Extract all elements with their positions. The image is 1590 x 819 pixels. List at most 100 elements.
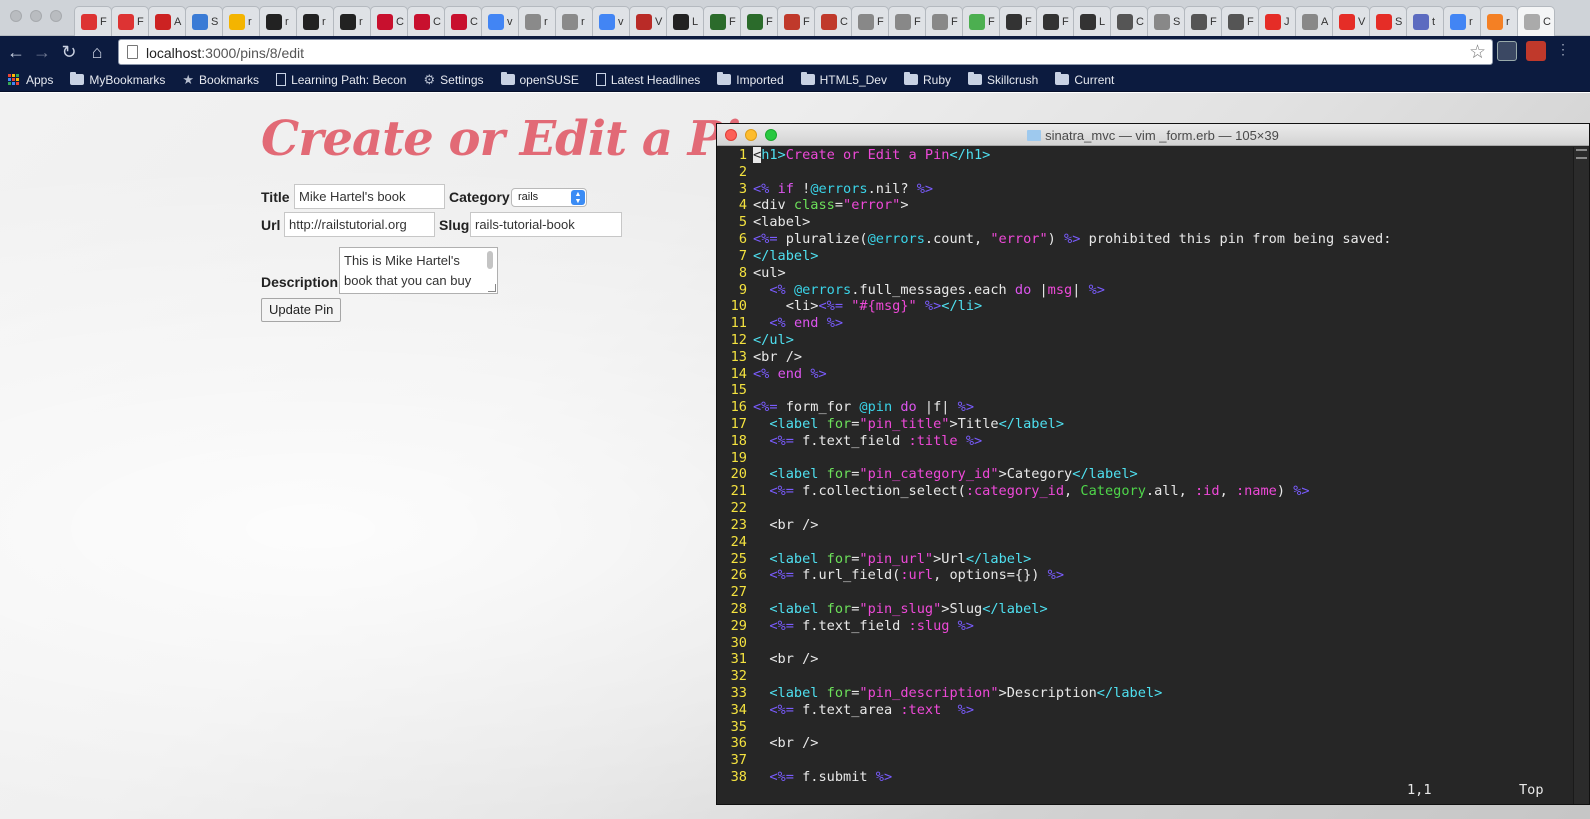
browser-tab[interactable]: C: [1517, 6, 1555, 36]
browser-tab[interactable]: F: [999, 6, 1037, 36]
browser-tab[interactable]: F: [851, 6, 889, 36]
back-arrow-icon[interactable]: ←: [4, 40, 28, 64]
menu-overflow-icon[interactable]: ⋮: [1556, 41, 1586, 61]
browser-tab[interactable]: S: [1147, 6, 1185, 36]
browser-tab[interactable]: A: [1295, 6, 1333, 36]
tab-title: J: [1284, 15, 1290, 28]
browser-tab[interactable]: F: [111, 6, 149, 36]
browser-tab[interactable]: C: [814, 6, 852, 36]
code-token: for: [826, 685, 852, 701]
browser-tab[interactable]: S: [185, 6, 223, 36]
code-line: 4 <div class="error">: [717, 197, 1573, 214]
document-icon: [595, 73, 606, 86]
forward-arrow-icon[interactable]: →: [30, 40, 54, 64]
bookmark-item[interactable]: Ruby: [903, 72, 951, 87]
window-minimize-button[interactable]: [30, 10, 42, 22]
bookmark-item[interactable]: Latest Headlines: [595, 73, 700, 87]
bookmark-item[interactable]: ⚙ Settings: [423, 72, 483, 88]
browser-tab[interactable]: C: [1110, 6, 1148, 36]
browser-tab[interactable]: F: [1036, 6, 1074, 36]
code-token: %>: [1064, 231, 1081, 248]
textarea-scrollbar[interactable]: [487, 251, 493, 269]
browser-tab[interactable]: C: [444, 6, 482, 36]
code-token: :url: [900, 567, 934, 584]
bookmark-star-icon[interactable]: ☆: [1469, 41, 1486, 64]
code-token: <ul>: [753, 264, 786, 281]
tab-title: S: [1173, 15, 1181, 28]
browser-tab[interactable]: V: [1332, 6, 1370, 36]
line-number: 27: [730, 584, 747, 601]
code-token: %>: [826, 315, 844, 332]
address-bar[interactable]: localhost:3000/pins/8/edit ☆: [118, 39, 1493, 65]
browser-tab[interactable]: v: [481, 6, 519, 36]
browser-tab[interactable]: C: [370, 6, 408, 36]
bookmark-item[interactable]: openSUSE: [500, 72, 579, 87]
line-number: 34: [730, 701, 747, 718]
url-input[interactable]: http://railstutorial.org: [284, 212, 435, 237]
tab-title: F: [1247, 15, 1254, 28]
code-token: <br />: [753, 651, 819, 668]
browser-tab[interactable]: F: [925, 6, 963, 36]
browser-tab[interactable]: r: [1480, 6, 1518, 36]
bookmark-item[interactable]: HTML5_Dev: [800, 72, 887, 87]
bookmark-item[interactable]: Skillcrush: [968, 72, 1038, 87]
vim-buffer[interactable]: 1 <h1>Create or Edit a Pin</h1> 2 3 <% if !@…: [717, 147, 1573, 786]
window-close-button[interactable]: [10, 10, 22, 22]
browser-tab[interactable]: r: [555, 6, 593, 36]
bookmark-item[interactable]: Imported: [717, 72, 784, 87]
browser-tab[interactable]: F: [740, 6, 778, 36]
extension-icon[interactable]: [1497, 41, 1517, 61]
code-line: 27: [717, 584, 1573, 601]
browser-tab[interactable]: v: [592, 6, 630, 36]
browser-tab[interactable]: r: [222, 6, 260, 36]
tab-title: F: [951, 15, 958, 28]
tab-title: r: [322, 15, 326, 28]
browser-tab[interactable]: A: [148, 6, 186, 36]
browser-tab[interactable]: r: [259, 6, 297, 36]
window-zoom-button[interactable]: [50, 10, 62, 22]
browser-tab[interactable]: F: [703, 6, 741, 36]
line-number: 2: [738, 163, 747, 180]
code-token: Category: [1080, 483, 1146, 500]
tab-title: F: [1025, 15, 1032, 28]
browser-tab[interactable]: F: [74, 6, 112, 36]
browser-tab[interactable]: r: [518, 6, 556, 36]
browser-tab[interactable]: F: [888, 6, 926, 36]
browser-tab[interactable]: r: [1443, 6, 1481, 36]
reload-icon[interactable]: ↻: [57, 40, 81, 64]
line-number: 16: [730, 399, 747, 416]
terminal-scrollbar[interactable]: [1573, 147, 1589, 804]
browser-tab[interactable]: L: [1073, 6, 1111, 36]
bookmark-item[interactable]: MyBookmarks: [70, 72, 165, 87]
update-pin-button[interactable]: Update Pin: [261, 298, 342, 322]
browser-tab[interactable]: F: [777, 6, 815, 36]
bookmark-item[interactable]: Apps: [8, 73, 53, 87]
bookmark-item[interactable]: ★ Bookmarks: [182, 72, 259, 88]
browser-tab[interactable]: S: [1369, 6, 1407, 36]
home-icon[interactable]: ⌂: [85, 40, 109, 64]
description-textarea[interactable]: This is Mike Hartel's book that you can …: [339, 247, 498, 294]
category-select[interactable]: rails ▲ ▼: [511, 188, 587, 207]
extension-lastpass-icon[interactable]: [1526, 41, 1546, 61]
code-token: </label>: [1072, 466, 1138, 483]
browser-tab[interactable]: t: [1406, 6, 1444, 36]
browser-tab[interactable]: C: [407, 6, 445, 36]
browser-tab[interactable]: L: [666, 6, 704, 36]
slug-input[interactable]: rails-tutorial-book: [470, 212, 622, 237]
title-input[interactable]: Mike Hartel's book: [294, 184, 445, 209]
tab-title: F: [137, 15, 144, 28]
resize-grip-icon[interactable]: [488, 284, 496, 292]
browser-tab[interactable]: F: [962, 6, 1000, 36]
terminal-titlebar[interactable]: sinatra_mvc — vim _form.erb — 105×39: [717, 124, 1589, 146]
browser-tab[interactable]: r: [333, 6, 371, 36]
bookmark-item[interactable]: Learning Path: Becon: [276, 73, 406, 87]
browser-tab[interactable]: J: [1258, 6, 1296, 36]
browser-tab[interactable]: r: [296, 6, 334, 36]
tab-title: C: [1136, 15, 1144, 28]
browser-tab[interactable]: F: [1184, 6, 1222, 36]
browser-tab[interactable]: F: [1221, 6, 1259, 36]
bookmark-item[interactable]: Current: [1055, 72, 1114, 87]
browser-tab[interactable]: V: [629, 6, 667, 36]
